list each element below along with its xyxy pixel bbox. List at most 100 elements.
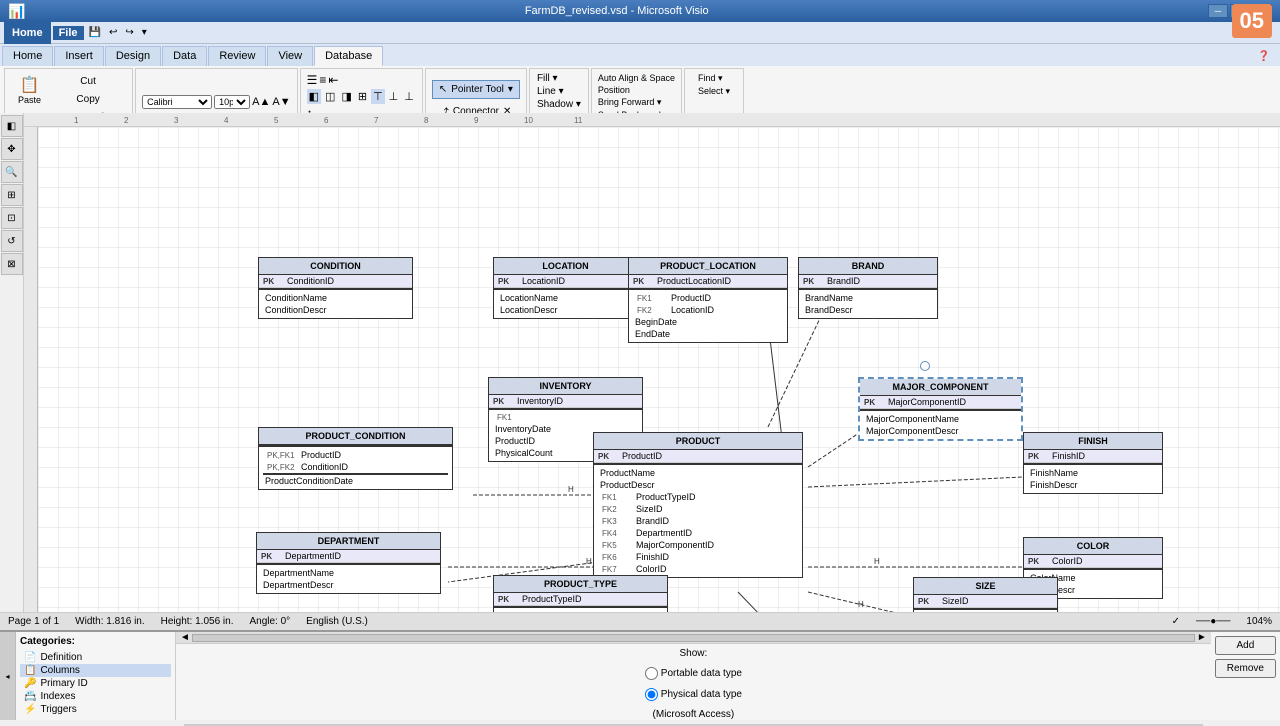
add-btn[interactable]: Add [1215,636,1276,655]
undo-qat-btn[interactable]: ↩ [106,26,120,39]
paste-btn[interactable]: 📋 Paste [11,73,48,110]
tab-data[interactable]: Data [162,46,207,66]
major-component-handle[interactable] [920,361,930,371]
remove-btn[interactable]: Remove [1215,659,1276,678]
valign-bot-btn[interactable]: ⊥ [402,89,416,104]
zoom-slider[interactable]: ──●── [1196,616,1230,627]
horizontal-scrollbar[interactable]: ◄ ► [176,632,1211,644]
copy-btn[interactable]: Copy [50,91,126,108]
svg-text:2: 2 [124,116,129,125]
indent-less-btn[interactable]: ⇤ [328,73,338,87]
scroll-left-btn[interactable]: ◄ [180,632,190,643]
sidebar-snap-btn[interactable]: ⊡ [1,207,23,229]
align-left-btn[interactable]: ◧ [307,89,321,104]
zoom-level: 104% [1246,616,1272,627]
product-condition-table[interactable]: PRODUCT_CONDITION PK,FK1ProductID PK,FK2… [258,427,453,490]
shadow-btn[interactable]: Shadow ▾ [537,99,581,110]
condition-table[interactable]: CONDITION PK ConditionID ConditionName C… [258,257,413,319]
tab-review[interactable]: Review [208,46,266,66]
condition-table-header: CONDITION [259,258,412,275]
product-table[interactable]: PRODUCT PK ProductID ProductName Product… [593,432,803,578]
finish-table[interactable]: FINISH PK FinishID FinishName FinishDesc… [1023,432,1163,494]
brand-table[interactable]: BRAND PK BrandID BrandName BrandDescr [798,257,938,319]
line-btn[interactable]: Line ▾ [537,86,564,97]
tab-view[interactable]: View [267,46,313,66]
sidebar-search-btn[interactable]: 🔍 [1,161,23,183]
show-panel: Show: Portable data type Physical data t… [176,644,1211,724]
cat-indexes[interactable]: 📇 Indexes [20,690,171,703]
portable-data-type-radio[interactable]: Portable data type [645,667,742,680]
align-center-btn[interactable]: ◫ [323,89,337,104]
tab-database[interactable]: Database [314,46,383,66]
fill-btn[interactable]: Fill ▾ [537,73,558,84]
product-location-table[interactable]: PRODUCT_LOCATION PK ProductLocationID FK… [628,257,788,343]
major-component-table[interactable]: MAJOR_COMPONENT PK MajorComponentID Majo… [858,377,1023,441]
product-type-header: PRODUCT_TYPE [494,576,667,593]
major-component-fields: MajorComponentName MajorComponentDescr [860,411,1021,439]
product-type-pk: PK ProductTypeID [494,593,667,606]
help-icon[interactable]: ❓ [1258,51,1270,62]
version-badge: 05 [1232,4,1272,38]
left-ruler [24,127,38,630]
file-menu-btn[interactable]: Home [4,22,51,44]
sidebar-pan-btn[interactable]: ✥ [1,138,23,160]
sidebar-crop-btn[interactable]: ⊠ [1,253,23,275]
svg-text:H: H [568,485,574,494]
product-location-pk: PK ProductLocationID [629,275,787,288]
physical-data-type-radio[interactable]: Physical data type [645,688,742,701]
cat-primary-id[interactable]: 🔑 Primary ID [20,677,171,690]
canvas[interactable]: H H H H H [38,127,1280,630]
quick-access-toolbar: Home File 💾 ↩ ↪ ▾ [0,22,1280,44]
cat-columns[interactable]: 📋 Columns [20,664,171,677]
position-btn[interactable]: Position [598,85,630,95]
file-button-label[interactable]: File [53,26,84,40]
scroll-right-btn[interactable]: ► [1197,632,1207,643]
svg-text:9: 9 [474,116,479,125]
sidebar-shapes-btn[interactable]: ◧ [1,115,23,137]
cat-columns-icon: 📋 [24,665,36,676]
major-component-pk: PK MajorComponentID [860,396,1021,409]
align-justify-btn[interactable]: ⊞ [356,89,369,104]
valign-mid-btn[interactable]: ⊥ [387,89,401,104]
angle-info: Angle: 0° [249,616,290,627]
more-qat-btn[interactable]: ▾ [139,26,150,39]
cat-definition[interactable]: 📄 Definition [20,651,171,664]
sidebar-rotate-btn[interactable]: ↺ [1,230,23,252]
save-qat-btn[interactable]: 💾 [86,26,104,39]
brand-fields: BrandName BrandDescr [799,290,937,318]
bullets-btn[interactable]: ☰ [307,73,318,87]
minimize-btn[interactable]: ─ [1208,4,1228,18]
auto-align-btn[interactable]: Auto Align & Space [598,73,675,83]
department-table[interactable]: DEPARTMENT PK DepartmentID DepartmentNam… [256,532,441,594]
product-condition-fields: PK,FK1ProductID PK,FK2ConditionID Produc… [259,447,452,489]
tab-insert[interactable]: Insert [54,46,104,66]
pointer-tool-btn[interactable]: ↖ Pointer Tool ▾ [432,80,520,99]
language-info: English (U.S.) [306,616,368,627]
bring-forward-btn[interactable]: Bring Forward ▾ [598,97,662,108]
width-info: Width: 1.816 in. [75,616,144,627]
numbering-btn[interactable]: ≡ [319,73,326,87]
select-btn[interactable]: Select ▾ [698,86,730,97]
sidebar-connect-btn[interactable]: ⊞ [1,184,23,206]
condition-pk-row: PK ConditionID [259,275,412,288]
physical-radio-input[interactable] [645,688,658,701]
tab-home[interactable]: Home [2,46,53,66]
scroll-track[interactable] [192,634,1195,642]
svg-text:6: 6 [324,116,329,125]
svg-text:4: 4 [224,116,229,125]
font-face-select[interactable]: Calibri [142,95,212,109]
portable-radio-input[interactable] [645,667,658,680]
tab-design[interactable]: Design [105,46,161,66]
align-right-btn[interactable]: ◨ [339,89,353,104]
valign-top-btn[interactable]: ⊤ [371,89,385,104]
product-condition-header: PRODUCT_CONDITION [259,428,452,445]
find-btn[interactable]: Find ▾ [698,73,730,84]
font-grow-btn[interactable]: A▲ [252,96,270,108]
cat-triggers[interactable]: ⚡ Triggers [20,703,171,716]
sidebar-toggle-btn[interactable]: ◂ [0,632,16,720]
font-size-select[interactable]: 10pt. [214,95,250,109]
cut-btn[interactable]: Cut [50,73,126,90]
location-table[interactable]: LOCATION PK LocationID LocationName Loca… [493,257,638,319]
font-shrink-btn[interactable]: A▼ [272,96,290,108]
redo-qat-btn[interactable]: ↪ [122,26,136,39]
